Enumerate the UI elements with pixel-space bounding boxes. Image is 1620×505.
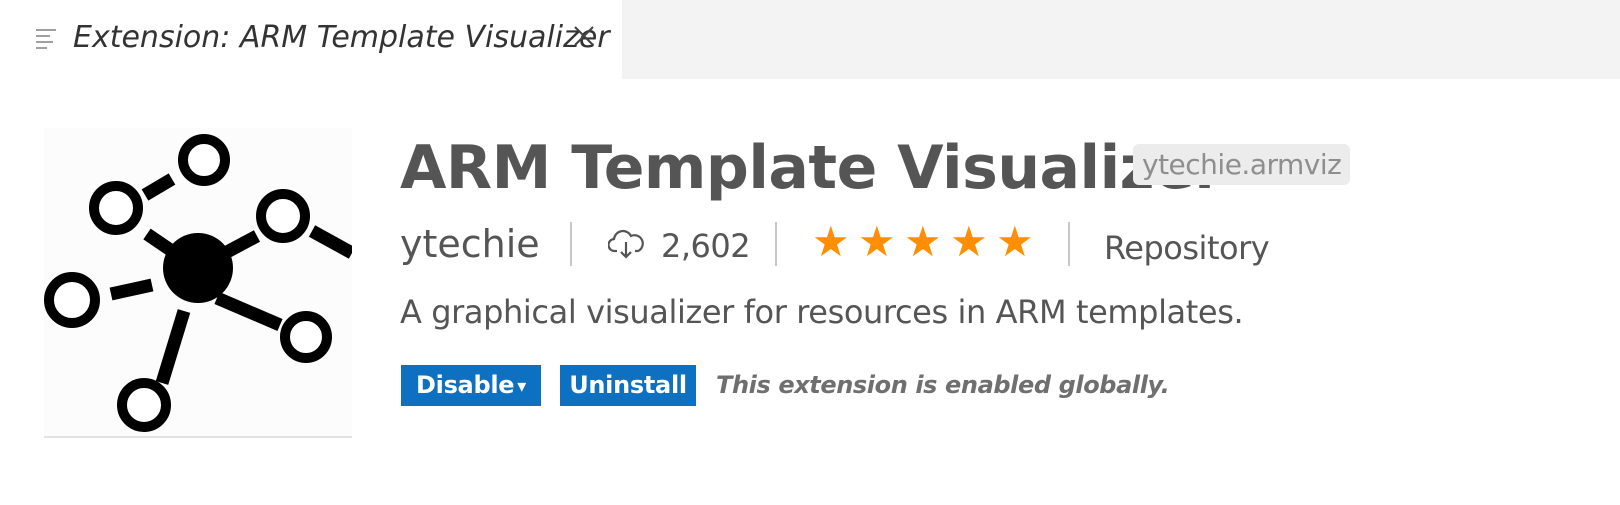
editor-tab-bar: Extension: ARM Template Visualizer (0, 0, 1620, 79)
extension-description: A graphical visualizer for resources in … (400, 293, 1244, 331)
cloud-download-icon (608, 229, 644, 259)
tab-title: Extension: ARM Template Visualizer (73, 20, 610, 55)
install-count: 2,602 (661, 227, 751, 265)
editor-tab[interactable]: Extension: ARM Template Visualizer (0, 0, 622, 79)
preview-lines-icon (36, 29, 56, 49)
uninstall-button[interactable]: Uninstall (560, 365, 696, 406)
repository-link[interactable]: Repository (1104, 224, 1270, 272)
star-icon: ★ (950, 217, 988, 266)
extension-identifier-badge: ytechie.armviz (1133, 144, 1351, 185)
extension-name: ARM Template Visualizer (400, 133, 1224, 203)
star-icon: ★ (904, 217, 942, 266)
star-icon: ★ (812, 217, 850, 266)
star-icon: ★ (858, 217, 896, 266)
network-graph-icon (44, 134, 356, 432)
dropdown-caret-icon: ▾ (517, 376, 526, 397)
disable-button[interactable]: Disable ▾ (401, 365, 541, 406)
separator (1068, 222, 1070, 266)
disable-button-label: Disable (416, 371, 515, 399)
star-icon: ★ (996, 217, 1034, 266)
enablement-status: This extension is enabled globally. (716, 371, 1170, 399)
extension-logo (44, 128, 356, 438)
separator (570, 222, 572, 266)
separator (775, 222, 777, 266)
close-icon[interactable] (572, 24, 596, 48)
publisher-name[interactable]: ytechie (400, 220, 540, 268)
